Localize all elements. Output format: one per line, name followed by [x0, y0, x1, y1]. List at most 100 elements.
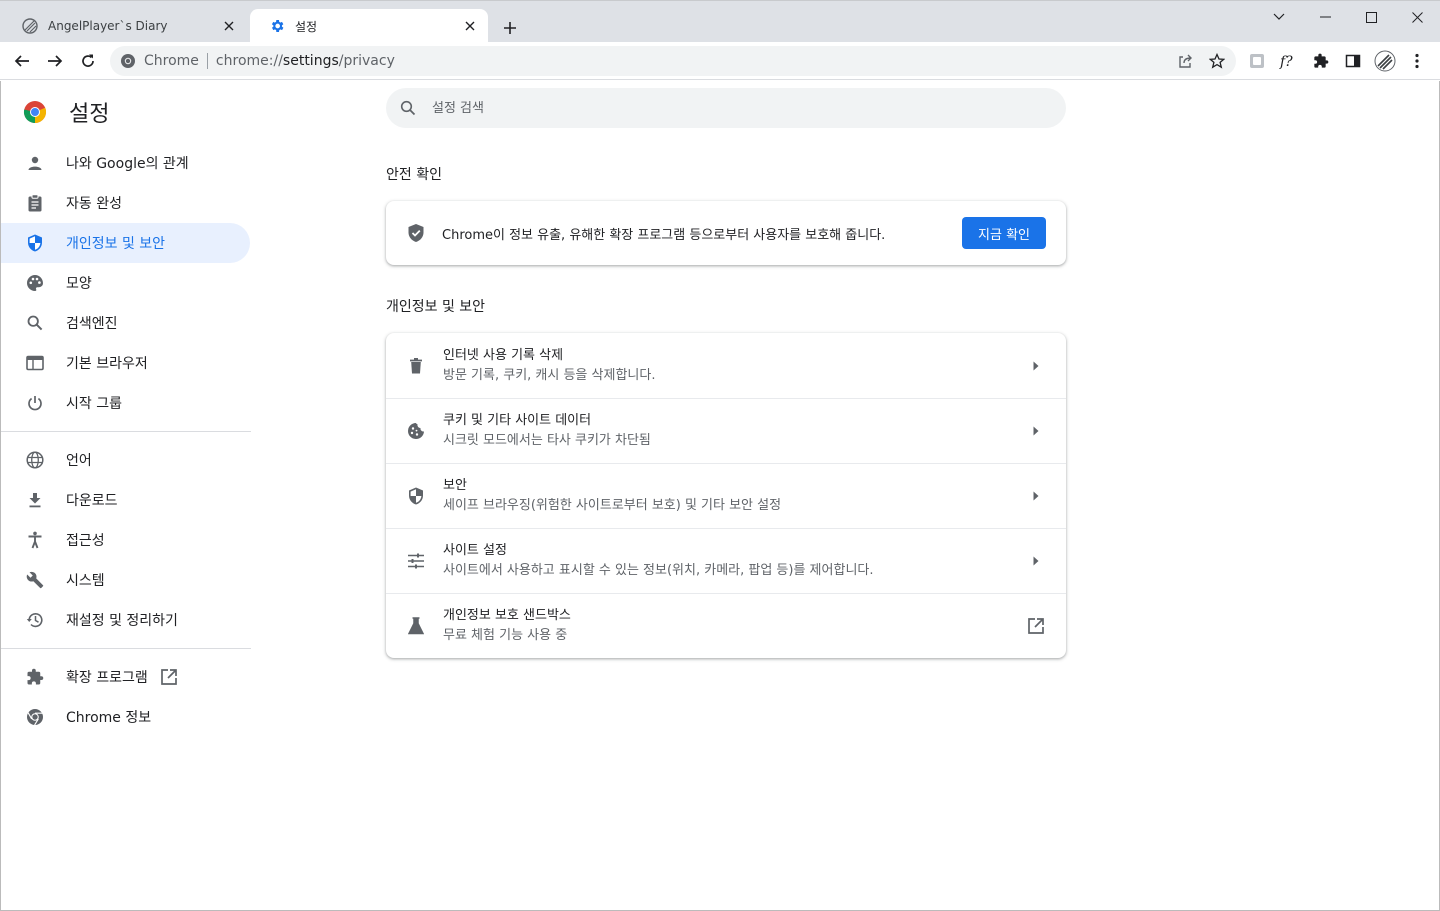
- maximize-button[interactable]: [1348, 1, 1394, 33]
- url-text: chrome://settings/privacy: [215, 53, 395, 69]
- puzzle-icon[interactable]: [1310, 50, 1332, 72]
- sidebar-item-search-engine[interactable]: 검색엔진: [1, 303, 250, 343]
- sidebar-item-default-browser[interactable]: 기본 브라우저: [1, 343, 250, 383]
- close-icon[interactable]: [221, 18, 237, 34]
- row-sublabel: 방문 기록, 쿠키, 캐시 등을 삭제합니다.: [443, 367, 656, 383]
- close-icon[interactable]: [462, 18, 478, 34]
- settings-sidebar: 나와 Google의 관계 자동 완성 개인정보 및 보안 모양 검색엔진 기본…: [1, 143, 251, 737]
- arrow-right-icon: [1026, 551, 1046, 571]
- safety-check-card: Chrome이 정보 유출, 유해한 확장 프로그램 등으로부터 사용자를 보호…: [386, 201, 1066, 265]
- check-now-button[interactable]: 지금 확인: [962, 217, 1046, 249]
- tab-angelplayer[interactable]: AngelPlayer`s Diary: [3, 9, 247, 43]
- close-window-button[interactable]: [1394, 1, 1440, 33]
- tab-strip: AngelPlayer`s Diary 설정: [0, 0, 1440, 43]
- back-button[interactable]: [10, 49, 34, 73]
- sidebar-item-on-startup[interactable]: 시작 그룹: [1, 383, 250, 423]
- bookmark-star-icon[interactable]: [1206, 51, 1228, 71]
- sidebar-item-autofill[interactable]: 자동 완성: [1, 183, 250, 223]
- page-title: 설정: [69, 102, 110, 127]
- sidebar-item-label: 접근성: [66, 533, 105, 549]
- row-label: 인터넷 사용 기록 삭제: [443, 347, 564, 363]
- sidebar-item-extensions[interactable]: 확장 프로그램: [1, 657, 250, 697]
- omnibox-actions: [1174, 51, 1228, 71]
- extension-icon[interactable]: [1246, 50, 1268, 72]
- search-icon: [25, 313, 45, 333]
- divider: [1, 648, 251, 649]
- cookie-icon: [406, 421, 426, 441]
- tune-icon: [406, 551, 426, 571]
- row-sublabel: 세이프 브라우징(위험한 사이트로부터 보호) 및 기타 보안 설정: [443, 498, 782, 513]
- open-in-new-icon: [160, 668, 178, 686]
- row-text: 사이트 설정 사이트에서 사용하고 표시할 수 있는 정보(위치, 카메라, 팝…: [443, 541, 1026, 581]
- privacy-card: 인터넷 사용 기록 삭제 방문 기록, 쿠키, 캐시 등을 삭제합니다. 쿠키 …: [386, 333, 1066, 658]
- sidebar-item-system[interactable]: 시스템: [1, 560, 250, 600]
- row-text: 보안 세이프 브라우징(위험한 사이트로부터 보호) 및 기타 보안 설정: [443, 476, 1026, 516]
- palette-icon: [25, 273, 45, 293]
- sidebar-item-label: 개인정보 및 보안: [66, 236, 166, 252]
- divider: [1, 431, 251, 432]
- sidebar-item-label: 언어: [66, 453, 92, 469]
- side-panel-icon[interactable]: [1342, 50, 1364, 72]
- search-icon: [400, 100, 416, 116]
- formula-extension-icon[interactable]: f?: [1278, 50, 1300, 72]
- row-text: 인터넷 사용 기록 삭제 방문 기록, 쿠키, 캐시 등을 삭제합니다.: [443, 346, 1026, 386]
- clipboard-icon: [25, 193, 45, 213]
- person-icon: [25, 153, 45, 173]
- sidebar-item-about-chrome[interactable]: Chrome 정보: [1, 697, 250, 737]
- row-clear-browsing-data[interactable]: 인터넷 사용 기록 삭제 방문 기록, 쿠키, 캐시 등을 삭제합니다.: [386, 333, 1066, 398]
- sidebar-item-downloads[interactable]: 다운로드: [1, 480, 250, 520]
- sidebar-item-label: 자동 완성: [66, 196, 122, 212]
- svg-text:f?: f?: [1279, 54, 1293, 70]
- tab-settings[interactable]: 설정: [250, 9, 488, 43]
- search-input[interactable]: [432, 100, 992, 116]
- sidebar-item-reset[interactable]: 재설정 및 정리하기: [1, 600, 250, 640]
- sidebar-item-label: 나와 Google의 관계: [66, 156, 189, 172]
- sidebar-item-languages[interactable]: 언어: [1, 440, 250, 480]
- more-menu-icon[interactable]: [1406, 50, 1428, 72]
- minimize-button[interactable]: [1302, 1, 1348, 33]
- section-title-safety-check: 안전 확인: [386, 167, 442, 183]
- sidebar-item-label: 시스템: [66, 573, 105, 589]
- row-cookies[interactable]: 쿠키 및 기타 사이트 데이터 시크릿 모드에서는 타사 쿠키가 차단됨: [386, 398, 1066, 463]
- browser-window-icon: [25, 353, 45, 373]
- share-icon[interactable]: [1174, 51, 1196, 71]
- tab-title: 설정: [295, 19, 318, 34]
- window-controls: [1256, 1, 1440, 33]
- divider: [206, 53, 208, 69]
- sidebar-item-you-and-google[interactable]: 나와 Google의 관계: [1, 143, 250, 183]
- sidebar-item-label: 검색엔진: [66, 316, 118, 332]
- history-icon: [25, 610, 45, 630]
- angelplayer-icon: [22, 18, 38, 34]
- sidebar-item-privacy[interactable]: 개인정보 및 보안: [1, 223, 250, 263]
- row-site-settings[interactable]: 사이트 설정 사이트에서 사용하고 표시할 수 있는 정보(위치, 카메라, 팝…: [386, 528, 1066, 593]
- reload-button[interactable]: [76, 49, 100, 73]
- open-in-new-icon[interactable]: [1026, 616, 1046, 636]
- chrome-icon: [25, 707, 45, 727]
- wrench-icon: [25, 570, 45, 590]
- sidebar-item-label: 재설정 및 정리하기: [66, 613, 178, 629]
- new-tab-button[interactable]: [499, 17, 521, 39]
- settings-page: 설정 나와 Google의 관계 자동 완성 개인정보 및 보안: [0, 81, 1440, 911]
- profile-avatar[interactable]: [1374, 50, 1396, 72]
- sidebar-item-label: 다운로드: [66, 493, 118, 509]
- safety-check-row: Chrome이 정보 유출, 유해한 확장 프로그램 등으로부터 사용자를 보호…: [386, 201, 1066, 265]
- address-bar[interactable]: Chrome chrome://settings/privacy: [110, 46, 1236, 76]
- row-sublabel: 무료 체험 기능 사용 중: [443, 628, 568, 643]
- sidebar-item-accessibility[interactable]: 접근성: [1, 520, 250, 560]
- safety-check-description: Chrome이 정보 유출, 유해한 확장 프로그램 등으로부터 사용자를 보호…: [442, 227, 886, 243]
- shield-check-icon: [406, 223, 426, 243]
- tab-search-chevron-icon[interactable]: [1256, 1, 1302, 33]
- sidebar-item-label: Chrome 정보: [66, 710, 152, 726]
- row-privacy-sandbox[interactable]: 개인정보 보호 샌드박스 무료 체험 기능 사용 중: [386, 593, 1066, 658]
- forward-button[interactable]: [43, 49, 67, 73]
- sidebar-item-label: 시작 그룹: [66, 396, 122, 412]
- chrome-logo: [23, 100, 47, 124]
- download-icon: [25, 490, 45, 510]
- arrow-right-icon: [1026, 421, 1046, 441]
- gear-icon: [269, 18, 285, 34]
- accessibility-icon: [25, 530, 45, 550]
- row-security[interactable]: 보안 세이프 브라우징(위험한 사이트로부터 보호) 및 기타 보안 설정: [386, 463, 1066, 528]
- shield-icon: [406, 486, 426, 506]
- settings-search[interactable]: [386, 88, 1066, 128]
- sidebar-item-appearance[interactable]: 모양: [1, 263, 250, 303]
